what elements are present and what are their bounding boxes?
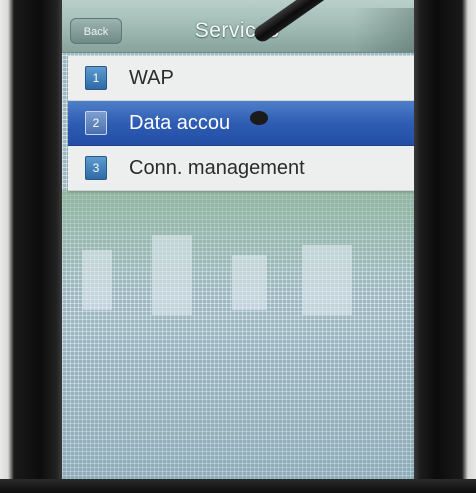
back-button[interactable]: Back <box>70 18 122 44</box>
menu-item-wap[interactable]: 1 WAP <box>68 56 414 101</box>
menu-item-data-accounts[interactable]: 2 Data accou <box>68 101 414 146</box>
menu-item-label: WAP <box>129 66 174 89</box>
phone-bezel-right <box>414 0 476 493</box>
menu-item-conn-management[interactable]: 3 Conn. management <box>68 146 414 191</box>
number-2-icon: 2 <box>85 111 107 135</box>
page-title: Services <box>194 19 280 42</box>
photo-frame: Back Services 1 WAP 2 Data accou 3 Conn.… <box>0 0 476 493</box>
wallpaper-block <box>152 235 192 315</box>
wallpaper-block <box>302 245 352 315</box>
wallpaper-block <box>82 250 112 310</box>
title-bar: Back Services <box>62 0 414 53</box>
wallpaper-block <box>232 255 267 310</box>
stylus-tip <box>250 111 268 125</box>
number-1-icon: 1 <box>85 66 107 90</box>
phone-bezel-left <box>0 0 62 493</box>
services-menu: 1 WAP 2 Data accou 3 Conn. management <box>68 56 414 191</box>
menu-item-label: Conn. management <box>129 156 305 179</box>
title-bar-shade <box>354 8 414 52</box>
menu-item-label: Data accou <box>129 111 231 134</box>
number-3-icon: 3 <box>85 156 107 180</box>
phone-bezel-bottom <box>0 479 476 493</box>
phone-screen: Back Services 1 WAP 2 Data accou 3 Conn.… <box>62 0 414 479</box>
